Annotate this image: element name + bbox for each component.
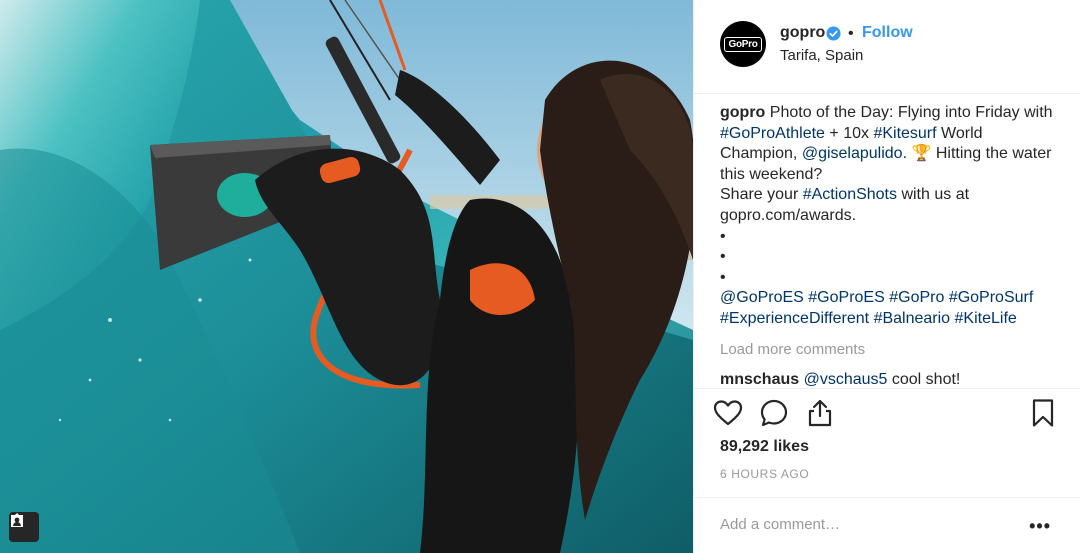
post-photo[interactable] <box>0 0 693 553</box>
caption-bullet: • <box>720 248 726 266</box>
comment-username[interactable]: mnschaus <box>720 371 799 388</box>
comment-icon[interactable] <box>759 398 789 428</box>
caption-paragraph: Share your #ActionShots with us at gopro… <box>720 185 1060 226</box>
hashtag-line: @GoProES #GoProES #GoPro #GoProSurf <box>720 288 1060 309</box>
caption-bullet: • <box>720 268 726 286</box>
username[interactable]: gopro <box>780 24 825 42</box>
user-tag-icon[interactable] <box>9 512 39 542</box>
hashtag-link[interactable]: #GoProES <box>808 289 884 306</box>
hashtag-link[interactable]: #Balneario <box>874 310 951 327</box>
heart-icon[interactable] <box>713 398 743 428</box>
kitesurfer-photo-illustration <box>0 0 693 553</box>
caption-paragraph: gopro Photo of the Day: Flying into Frid… <box>720 103 1060 185</box>
hashtag-line: #ExperienceDifferent #Balneario #KiteLif… <box>720 309 1060 330</box>
caption-text: Share your <box>720 186 803 204</box>
action-bar <box>694 388 1080 428</box>
caption-username[interactable]: gopro <box>720 104 765 121</box>
gopro-logo: GoPro <box>724 36 762 52</box>
location-link[interactable]: Tarifa, Spain <box>780 47 863 64</box>
caption-text: + 10x <box>824 124 874 142</box>
add-comment-input[interactable] <box>720 512 1000 536</box>
user-tag-glyph <box>11 513 23 527</box>
more-options-icon[interactable]: ••• <box>1029 516 1051 537</box>
comment-text: cool shot! <box>887 371 961 388</box>
hashtag-link[interactable]: #Kitesurf <box>873 125 936 142</box>
load-more-comments-link[interactable]: Load more comments <box>720 341 865 358</box>
post-timestamp: 6 HOURS AGO <box>720 467 810 481</box>
hashtag-link[interactable]: #KiteLife <box>955 310 1017 327</box>
mention-link[interactable]: @giselapulido <box>802 145 903 162</box>
mention-link[interactable]: @vschaus5 <box>804 371 888 388</box>
hashtag-link[interactable]: #GoProSurf <box>949 289 1033 306</box>
hashtag-link[interactable]: #ActionShots <box>803 186 897 203</box>
verified-badge-icon <box>826 26 841 41</box>
follow-button[interactable]: Follow <box>862 24 913 42</box>
add-comment-bar: ••• <box>694 497 1080 553</box>
hashtag-link[interactable]: #GoPro <box>889 289 944 306</box>
caption-bullet: • <box>720 227 726 245</box>
likes-count[interactable]: 89,292 likes <box>720 438 809 456</box>
avatar[interactable]: GoPro <box>720 21 766 67</box>
share-icon[interactable] <box>805 398 835 428</box>
post-caption: gopro Photo of the Day: Flying into Frid… <box>720 103 1060 330</box>
caption-text: Photo of the Day: Flying into Friday wit… <box>765 104 1053 121</box>
bookmark-icon[interactable] <box>1028 398 1058 428</box>
hashtag-link[interactable]: #ExperienceDifferent <box>720 310 869 327</box>
hashtag-link[interactable]: #GoProAthlete <box>720 125 825 142</box>
comment-row: mnschaus @vschaus5 cool shot! <box>720 371 960 389</box>
separator-dot: • <box>848 25 854 42</box>
hashtag-link[interactable]: @GoProES <box>720 289 804 306</box>
post-side-panel: GoPro gopro • Follow Tarifa, Spain gopro… <box>693 0 1080 553</box>
instagram-post: GoPro gopro • Follow Tarifa, Spain gopro… <box>0 0 1080 553</box>
post-header: GoPro gopro • Follow Tarifa, Spain <box>694 0 1080 94</box>
